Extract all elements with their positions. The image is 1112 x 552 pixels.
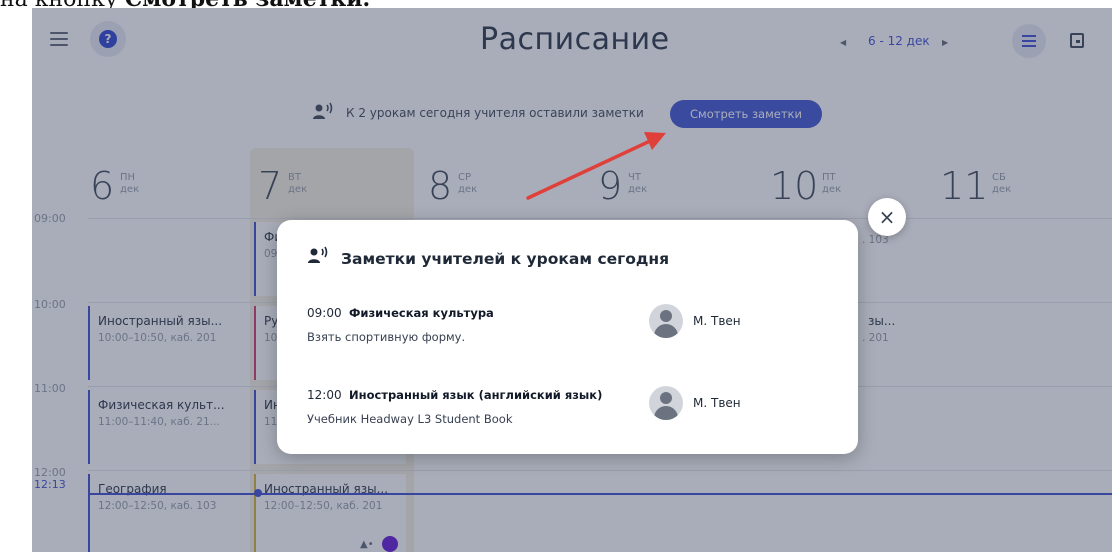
avatar [649, 386, 683, 420]
note-subject: Физическая культура [349, 306, 494, 320]
note-subject: Иностранный язык (английский язык) [349, 388, 603, 402]
teacher-speaking-icon [308, 246, 328, 263]
teacher-notes-dialog: Заметки учителей к урокам сегодня 09:00 … [277, 220, 858, 454]
note-time: 09:00 [307, 306, 342, 320]
close-icon: × [878, 205, 896, 229]
note-item: 12:00 Иностранный язык (английский язык)… [307, 386, 847, 446]
teacher-name: М. Твен [693, 314, 741, 328]
close-button[interactable]: × [868, 198, 906, 236]
note-item: 09:00 Физическая культура Взять спортивн… [307, 304, 847, 364]
note-text: Учебник Headway L3 Student Book [307, 412, 513, 426]
dialog-title: Заметки учителей к урокам сегодня [341, 250, 670, 268]
note-time: 12:00 [307, 388, 342, 402]
schedule-app: ? Расписание ◀ 6 - 12 дек ▶ К 2 урокам с… [32, 8, 1112, 552]
avatar [649, 304, 683, 338]
note-text: Взять спортивную форму. [307, 330, 466, 344]
teacher-name: М. Твен [693, 396, 741, 410]
screenshot-root: на кнопку Смотреть заметки. ? Расписание… [0, 0, 1112, 552]
